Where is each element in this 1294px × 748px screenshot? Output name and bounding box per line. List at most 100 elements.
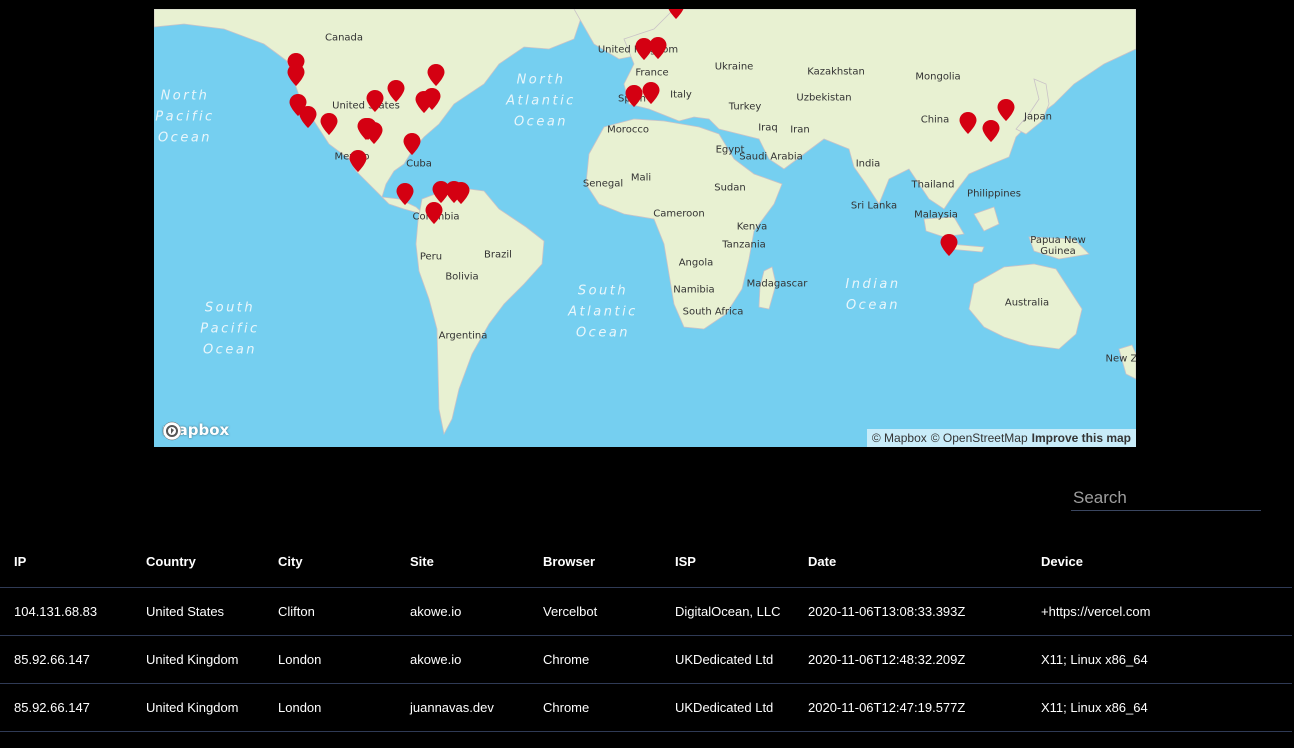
location-pin-icon[interactable] — [287, 64, 305, 86]
table-row[interactable]: 104.131.68.83 United States Clifton akowe.i… — [0, 587, 1292, 636]
location-pin-icon[interactable] — [452, 182, 470, 204]
cell-ip: 85.92.66.147 — [0, 635, 132, 684]
location-pin-icon[interactable] — [427, 64, 445, 86]
improve-map-link[interactable]: Improve this map — [1032, 431, 1131, 445]
location-pin-icon[interactable] — [997, 99, 1015, 121]
map-label-namibia: Namibia — [673, 284, 715, 296]
map-label-cameroon: Cameroon — [653, 208, 705, 220]
map-label-mongolia: Mongolia — [915, 71, 961, 83]
map-label-malaysia: Malaysia — [914, 209, 958, 221]
location-pin-icon[interactable] — [625, 85, 643, 107]
map-label-senegal: Senegal — [582, 178, 624, 190]
cell-country: United States — [132, 587, 264, 636]
cell-site: akowe.io — [396, 587, 529, 636]
map-label-italy: Italy — [670, 89, 692, 101]
location-pin-icon[interactable] — [366, 90, 384, 112]
map-label-brazil: Brazil — [484, 249, 512, 261]
cell-date: 2020-11-06T12:48:32.209Z — [794, 635, 1027, 684]
location-pin-icon[interactable] — [415, 91, 433, 113]
location-pin-icon[interactable] — [299, 106, 317, 128]
cell-ip: 85.92.66.147 — [0, 683, 132, 732]
cell-device: +https://vercel.com — [1027, 587, 1292, 636]
column-header-date[interactable]: Date — [794, 536, 1027, 588]
map-label-australia: Australia — [1004, 297, 1050, 309]
map-label-argentina: Argentina — [438, 330, 488, 342]
table-body: 104.131.68.83 United States Clifton akowe.i… — [0, 587, 1292, 732]
map-label-mali: Mali — [630, 172, 652, 184]
attribution-osm-link[interactable]: © OpenStreetMap — [931, 431, 1028, 445]
search-input[interactable] — [1071, 486, 1261, 511]
map-label-china: China — [920, 114, 950, 126]
location-pin-icon[interactable] — [387, 80, 405, 102]
map-label-papua-new-guinea: Papua New Guinea — [1030, 235, 1086, 257]
map-label-thailand: Thailand — [911, 179, 955, 191]
column-header-isp[interactable]: ISP — [661, 536, 794, 588]
column-header-browser[interactable]: Browser — [529, 536, 661, 588]
location-pin-icon[interactable] — [940, 234, 958, 256]
map-label-madagascar: Madagascar — [746, 278, 808, 290]
cell-device: X11; Linux x86_64 — [1027, 635, 1292, 684]
map-attribution: © Mapbox © OpenStreetMap Improve this ma… — [866, 429, 1136, 447]
cell-browser: Vercelbot — [529, 587, 661, 636]
column-header-city[interactable]: City — [264, 536, 396, 588]
map-label-kenya: Kenya — [736, 221, 768, 233]
location-pin-icon[interactable] — [649, 37, 667, 59]
ocean-label-south-pacific: South Pacific Ocean — [200, 300, 260, 358]
cell-isp: DigitalOcean, LLC — [661, 587, 794, 636]
map-label-tanzania: Tanzania — [722, 239, 766, 251]
map-label-morocco: Morocco — [607, 124, 649, 136]
cell-site: juannavas.dev — [396, 683, 529, 732]
map-label-sri-lanka: Sri Lanka — [850, 200, 898, 212]
location-pin-icon[interactable] — [320, 113, 338, 135]
map-label-saudi-arabia: Saudi Arabia — [739, 151, 803, 163]
ocean-label-south-atlantic: South Atlantic Ocean — [568, 283, 638, 341]
table-row[interactable]: 85.92.66.147 United Kingdom London juannava… — [0, 683, 1292, 732]
location-pin-icon[interactable] — [425, 202, 443, 224]
cell-date: 2020-11-06T13:08:33.393Z — [794, 587, 1027, 636]
map-label-canada: Canada — [324, 32, 364, 44]
map-label-uzbekistan: Uzbekistan — [796, 92, 852, 104]
column-header-ip[interactable]: IP — [0, 536, 132, 588]
visits-table: IP Country City Site Browser ISP Date Device 10… — [0, 536, 1292, 732]
location-pin-icon[interactable] — [349, 150, 367, 172]
location-pin-icon[interactable] — [357, 118, 375, 140]
location-pin-icon[interactable] — [642, 82, 660, 104]
location-pin-icon[interactable] — [982, 120, 1000, 142]
cell-browser: Chrome — [529, 635, 661, 684]
map-label-iran: Iran — [790, 124, 810, 136]
cell-date: 2020-11-06T12:47:19.577Z — [794, 683, 1027, 732]
column-header-site[interactable]: Site — [396, 536, 529, 588]
cell-site: akowe.io — [396, 635, 529, 684]
map-label-kazakhstan: Kazakhstan — [807, 66, 865, 78]
ocean-label-north-atlantic: North Atlantic Ocean — [506, 72, 576, 130]
location-pin-icon[interactable] — [668, 9, 685, 19]
cell-browser: Chrome — [529, 683, 661, 732]
ocean-label-indian: Indian Ocean — [845, 277, 901, 313]
column-header-country[interactable]: Country — [132, 536, 264, 588]
cell-ip: 104.131.68.83 — [0, 587, 132, 636]
map-label-cuba: Cuba — [406, 158, 432, 170]
location-pin-icon[interactable] — [403, 133, 421, 155]
cell-city: London — [264, 635, 396, 684]
map-label-south-africa: South Africa — [682, 306, 744, 318]
attribution-mapbox-link[interactable]: © Mapbox — [872, 431, 927, 445]
map-label-philippines: Philippines — [967, 188, 1021, 200]
map-label-peru: Peru — [419, 251, 443, 263]
column-header-device[interactable]: Device — [1027, 536, 1292, 588]
map-label-new-zealand: New Zeala — [1105, 353, 1136, 365]
table-row[interactable]: 85.92.66.147 United Kingdom London akowe.io… — [0, 635, 1292, 684]
mapbox-logo[interactable]: mapbox — [162, 421, 229, 441]
map-label-ukraine: Ukraine — [714, 61, 754, 73]
location-pin-icon[interactable] — [396, 183, 414, 205]
map-label-sudan: Sudan — [714, 182, 746, 194]
map-label-france: France — [635, 67, 669, 79]
cell-city: London — [264, 683, 396, 732]
cell-country: United Kingdom — [132, 635, 264, 684]
map-label-bolivia: Bolivia — [445, 271, 479, 283]
cell-country: United Kingdom — [132, 683, 264, 732]
table-header-row: IP Country City Site Browser ISP Date Device — [0, 536, 1292, 588]
cell-isp: UKDedicated Ltd — [661, 635, 794, 684]
location-pin-icon[interactable] — [959, 112, 977, 134]
world-map[interactable]: CanadaUni⁠ted StatesMexicoCubaColombiaPe… — [154, 9, 1136, 447]
map-label-japan: Japan — [1024, 111, 1052, 123]
